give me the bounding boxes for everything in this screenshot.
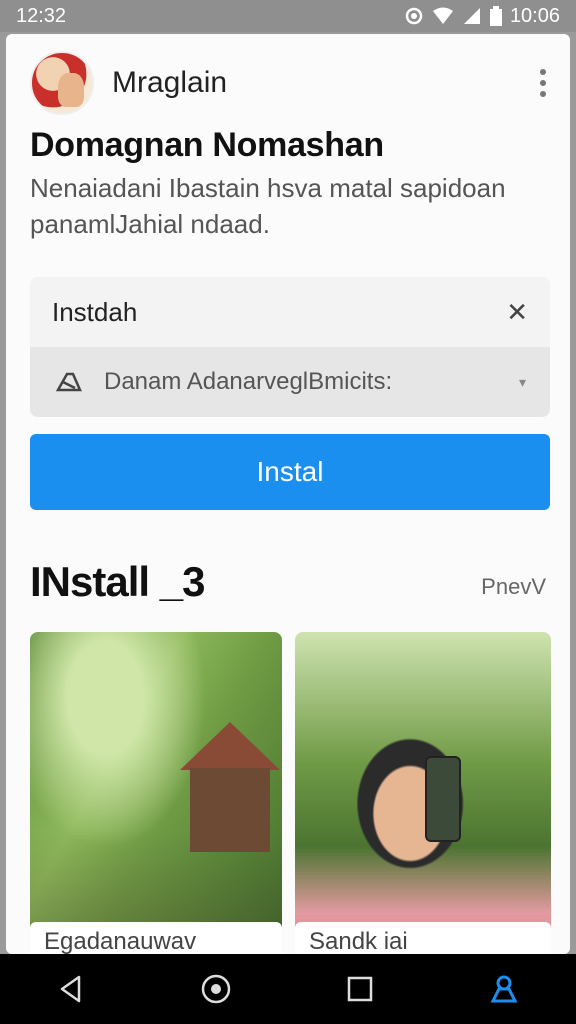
recents-button[interactable] xyxy=(336,965,384,1013)
app-name: Mraglain xyxy=(112,66,228,99)
thumbnail-label: Sandk iai xyxy=(295,922,551,954)
install-panel-title: Instdah xyxy=(52,296,138,327)
app-avatar xyxy=(30,51,94,115)
signal-icon xyxy=(462,7,482,25)
assistant-icon xyxy=(490,975,518,1003)
preview-link[interactable]: PnevV xyxy=(481,574,546,600)
battery-icon xyxy=(489,6,502,26)
wifi-icon xyxy=(432,7,454,25)
thumbnail-woman-phone[interactable]: Sandk iai xyxy=(295,632,551,954)
install-panel-option[interactable]: Danam AdanarveglBmicits: ▾ xyxy=(30,347,550,417)
install-panel-subtitle: Danam AdanarveglBmicits: xyxy=(104,368,393,395)
home-icon xyxy=(201,974,231,1004)
install-button[interactable]: Instal xyxy=(30,434,550,510)
vpn-icon xyxy=(404,6,424,26)
navigation-bar xyxy=(0,954,576,1024)
app-header: Mraglain xyxy=(30,50,550,116)
install-panel-header: Instdah ✕ xyxy=(30,277,550,347)
section-title: INstall _3 xyxy=(30,558,205,605)
back-icon xyxy=(60,975,81,1003)
app-title: Domagnan Nomashan xyxy=(30,126,384,164)
hut-illustration xyxy=(180,722,280,852)
close-icon[interactable]: ✕ xyxy=(506,297,528,328)
install-panel: Instdah ✕ Danam AdanarveglBmicits: ▾ xyxy=(30,277,550,417)
recents-icon xyxy=(347,976,373,1002)
thumbnail-label: Egadanauwav xyxy=(30,922,282,954)
status-time-left: 12:32 xyxy=(16,4,67,27)
status-time-right: 10:06 xyxy=(509,4,560,27)
app-description: Nenaiadani Ibastain hsva matal sapidoan … xyxy=(30,173,506,239)
app-card: Mraglain Domagnan Nomashan Nenaiadani Ib… xyxy=(6,34,570,954)
thumbnail-village[interactable]: Egadanauwav xyxy=(30,632,282,954)
assistant-button[interactable] xyxy=(480,965,528,1013)
tag-icon xyxy=(54,369,84,395)
home-button[interactable] xyxy=(192,965,240,1013)
back-button[interactable] xyxy=(48,965,96,1013)
more-options-icon[interactable] xyxy=(536,69,550,97)
chevron-down-icon: ▾ xyxy=(518,373,526,390)
status-bar: 12:32 10:06 xyxy=(0,0,576,32)
phone-illustration xyxy=(425,756,461,842)
